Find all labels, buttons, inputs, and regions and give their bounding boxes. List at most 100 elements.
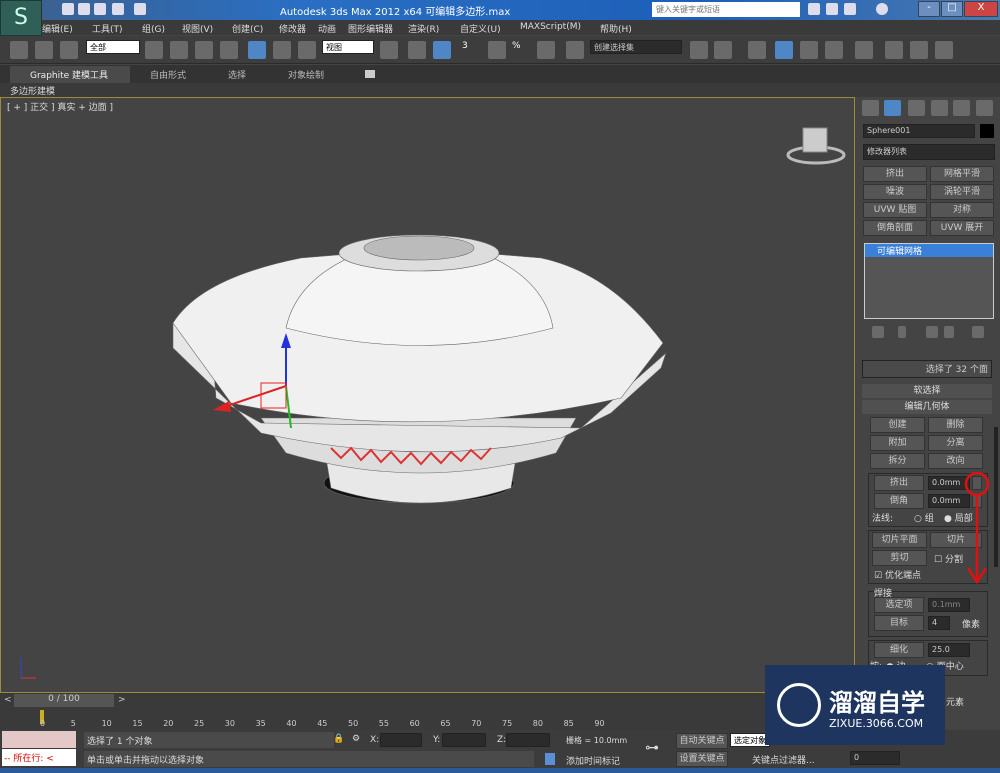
selected-set-dropdown[interactable]: 选定对象 [730, 733, 770, 747]
configure-sets-icon[interactable] [972, 326, 984, 338]
viewcube[interactable] [786, 127, 846, 165]
mirror-icon[interactable] [690, 41, 708, 59]
layer-manager-icon[interactable] [748, 41, 766, 59]
prev-frame-icon[interactable]: < [4, 695, 12, 705]
delete-button[interactable]: 删除 [928, 417, 983, 433]
link-icon[interactable] [10, 41, 28, 59]
hierarchy-tab-icon[interactable] [908, 100, 925, 116]
rendered-frame-icon[interactable] [910, 41, 928, 59]
next-frame-icon[interactable]: > [118, 695, 126, 705]
y-coord-field[interactable] [442, 733, 486, 747]
edit-geometry-rollout[interactable]: 编辑几何体 [862, 400, 992, 414]
scene-object[interactable] [1, 98, 856, 694]
create-button[interactable]: 创建 [870, 417, 925, 433]
tessellate-button[interactable]: 细化 [874, 642, 924, 658]
named-selection-dropdown[interactable]: 创建选择集 [590, 40, 682, 54]
add-time-tag[interactable]: 添加时间标记 [566, 754, 620, 767]
new-icon[interactable] [62, 3, 74, 15]
ribbon-options-icon[interactable] [365, 70, 375, 78]
mod-bevel-profile-button[interactable]: 倒角剖面 [863, 220, 927, 236]
modifier-list-dropdown[interactable]: 修改器列表 [863, 144, 995, 160]
set-key-button[interactable]: 设置关键点 [676, 751, 728, 767]
soft-selection-rollout[interactable]: 软选择 [862, 384, 992, 398]
redo-icon[interactable] [134, 3, 146, 15]
select-by-name-icon[interactable] [170, 41, 188, 59]
utilities-tab-icon[interactable] [976, 100, 993, 116]
rectangle-selection-icon[interactable] [195, 41, 213, 59]
lock-selection-icon[interactable]: 🔒 [333, 734, 344, 744]
time-tag-icon[interactable] [545, 753, 555, 765]
stack-item-editable-mesh[interactable]: 可编辑网格 [865, 244, 993, 257]
mod-symmetry-button[interactable]: 对称 [930, 202, 994, 218]
slice-plane-button[interactable]: 切片平面 [872, 532, 927, 548]
mod-turbosmooth-button[interactable]: 涡轮平滑 [930, 184, 994, 200]
open-icon[interactable] [78, 3, 90, 15]
unlink-icon[interactable] [35, 41, 53, 59]
tab-selection[interactable]: 选择 [228, 68, 246, 81]
close-button[interactable]: X [964, 1, 998, 17]
attach-button[interactable]: 附加 [870, 435, 925, 451]
tab-freeform[interactable]: 自由形式 [150, 68, 186, 81]
polygon-modeling-tab[interactable]: 多边形建模 [10, 84, 55, 97]
search-input[interactable]: 键入关键字或短语 [652, 2, 800, 17]
motion-tab-icon[interactable] [931, 100, 948, 116]
weld-target-button[interactable]: 目标 [874, 615, 924, 631]
save-icon[interactable] [94, 3, 106, 15]
snap-3d-icon[interactable]: 3 [462, 41, 480, 59]
mod-extrude-button[interactable]: 挤出 [863, 166, 927, 182]
schematic-view-icon[interactable] [825, 41, 843, 59]
undo-icon[interactable] [112, 3, 124, 15]
object-color-swatch[interactable] [980, 124, 994, 138]
graphite-toggle-icon[interactable] [775, 41, 793, 59]
viewport-perspective[interactable]: [ + ] 正交 ] 真实 + 边面 ] [0, 97, 855, 693]
menu-help[interactable]: 帮助(H) [600, 22, 632, 35]
selection-filter-dropdown[interactable]: 全部 [86, 40, 140, 54]
bind-spacewarp-icon[interactable] [60, 41, 78, 59]
split-checkbox[interactable]: ☐ 分割 [934, 552, 963, 565]
pivot-icon[interactable] [380, 41, 398, 59]
edit-named-selection-icon[interactable] [566, 41, 584, 59]
weld-threshold-field[interactable]: 0.1mm [928, 598, 970, 612]
maximize-button[interactable]: □ [941, 1, 963, 17]
render-setup-icon[interactable] [885, 41, 903, 59]
remove-modifier-icon[interactable] [944, 326, 954, 338]
keyboard-shortcut-icon[interactable] [433, 41, 451, 59]
tension-field[interactable]: 25.0 [928, 643, 970, 657]
menu-animation[interactable]: 动画 [318, 22, 336, 35]
make-unique-icon[interactable] [926, 326, 938, 338]
window-crossing-icon[interactable] [220, 41, 238, 59]
align-icon[interactable] [714, 41, 732, 59]
absolute-mode-icon[interactable]: ⚙ [352, 734, 360, 744]
render-teapot-icon[interactable] [935, 41, 953, 59]
track-bar[interactable]: 0 5 10 15 20 25 30 35 40 45 50 55 60 65 70 75 80 85 90 [0, 708, 858, 730]
maxscript-line[interactable]: -- 所在行: < [2, 749, 76, 766]
binoculars-icon[interactable] [808, 3, 820, 15]
refine-ends-checkbox[interactable]: ☑ 优化端点 [874, 568, 921, 581]
select-object-icon[interactable] [145, 41, 163, 59]
create-tab-icon[interactable] [862, 100, 879, 116]
extrude-button[interactable]: 挤出 [874, 475, 924, 491]
menu-create[interactable]: 创建(C) [232, 22, 263, 35]
mod-uvw-map-button[interactable]: UVW 贴图 [863, 202, 927, 218]
detach-button[interactable]: 分离 [928, 435, 983, 451]
bevel-button[interactable]: 倒角 [874, 493, 924, 509]
key-filters-button[interactable]: 关键点过滤器... [752, 753, 815, 766]
key-icon[interactable]: ⊶ [645, 740, 659, 756]
help-icon[interactable] [876, 3, 888, 15]
object-name-field[interactable]: Sphere001 [863, 124, 975, 138]
pin-stack-icon[interactable] [872, 326, 884, 338]
angle-snap-icon[interactable] [488, 41, 506, 59]
minimize-button[interactable]: - [918, 1, 940, 17]
menu-rendering[interactable]: 渲染(R) [408, 22, 439, 35]
menu-maxscript[interactable]: MAXScript(M) [520, 22, 581, 32]
display-tab-icon[interactable] [953, 100, 970, 116]
mod-unwrap-uvw-button[interactable]: UVW 展开 [930, 220, 994, 236]
star-icon[interactable] [844, 3, 856, 15]
show-end-result-icon[interactable] [898, 326, 906, 338]
normal-group-radio[interactable]: ○ 组 [914, 511, 934, 524]
z-coord-field[interactable] [506, 733, 550, 747]
tab-graphite[interactable]: Graphite 建模工具 [30, 68, 108, 81]
menu-views[interactable]: 视图(V) [182, 22, 213, 35]
menu-edit[interactable]: 编辑(E) [42, 22, 73, 35]
time-slider-thumb[interactable]: 0 / 100 [14, 694, 114, 707]
